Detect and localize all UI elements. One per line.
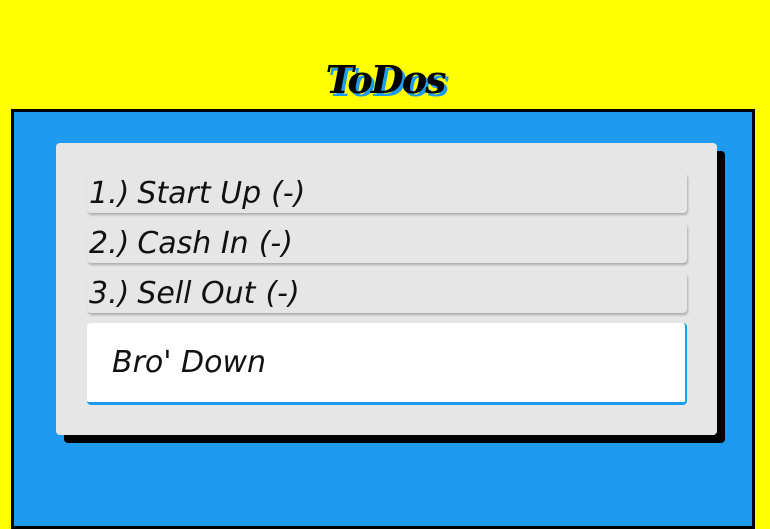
todo-panel: 1.) Start Up (-) 2.) Cash In (-) 3.) Sel… [56,143,717,435]
todo-board: 1.) Start Up (-) 2.) Cash In (-) 3.) Sel… [11,109,755,529]
todo-item-start-up[interactable]: 1.) Start Up (-) [87,173,687,213]
todo-number: 2.) [89,225,130,261]
todo-text: Start Up [137,175,262,211]
new-todo-input[interactable] [87,323,687,405]
todo-item-cash-in[interactable]: 2.) Cash In (-) [87,223,687,263]
todo-number: 1.) [89,175,130,211]
todo-item-sell-out[interactable]: 3.) Sell Out (-) [87,273,687,313]
app-title: ToDos [325,57,447,103]
remove-todo-button[interactable]: (-) [271,176,305,211]
todo-list: 1.) Start Up (-) 2.) Cash In (-) 3.) Sel… [87,173,687,323]
todo-text: Sell Out [137,275,256,311]
todo-text: Cash In [137,225,249,261]
remove-todo-button[interactable]: (-) [265,276,299,311]
remove-todo-button[interactable]: (-) [259,226,293,261]
todo-number: 3.) [89,275,130,311]
